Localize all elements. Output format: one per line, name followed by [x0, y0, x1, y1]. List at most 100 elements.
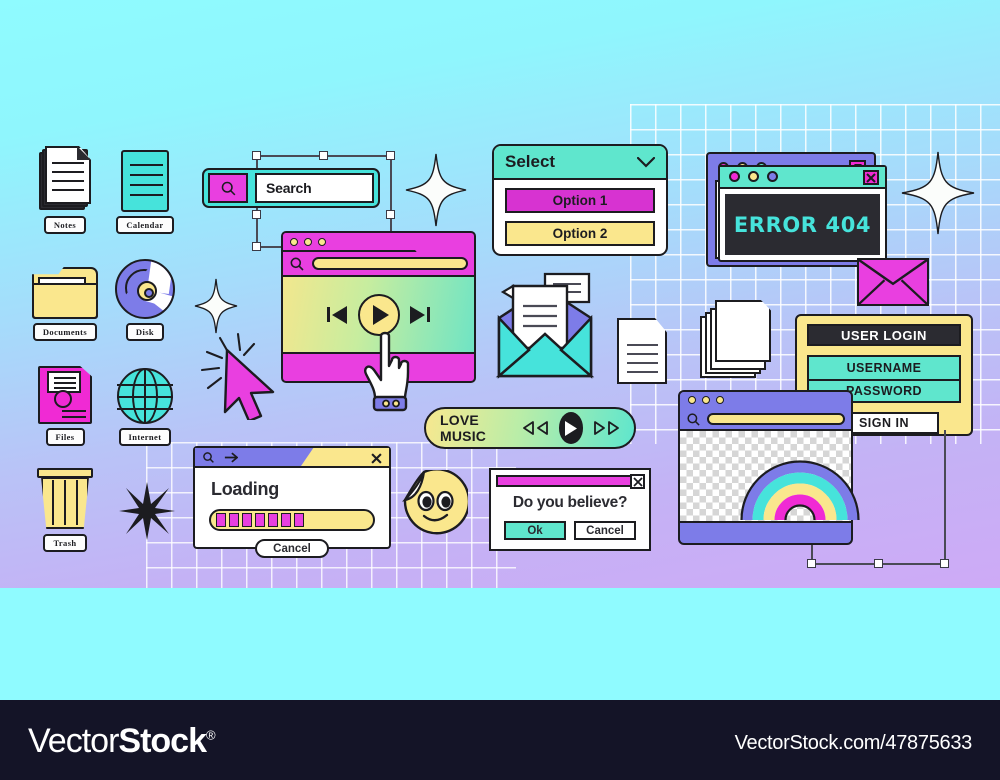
address-bar-row [283, 252, 474, 277]
sparkle-icon [194, 278, 238, 334]
confirm-dialog[interactable]: Do you believe? Ok Cancel [489, 468, 651, 551]
icon-label: Documents [32, 323, 98, 341]
arrow-cursor-icon[interactable] [205, 340, 285, 423]
icon-label: Notes [43, 216, 87, 234]
close-icon[interactable] [371, 451, 382, 469]
selection-handle[interactable] [940, 559, 949, 568]
logo-text-light: Vector [28, 722, 119, 760]
mail-icon[interactable] [857, 258, 929, 306]
desktop-icon-disk[interactable]: Disk [100, 247, 190, 341]
calendar-icon [100, 140, 190, 212]
selection-handle[interactable] [319, 151, 328, 160]
rewind-button[interactable] [522, 421, 549, 435]
forward-button[interactable] [593, 421, 620, 435]
document-icon[interactable] [617, 318, 667, 384]
illustration-canvas: Notes Calendar Documents Disk Files Inte… [0, 0, 1000, 588]
rainbow-graphic [740, 458, 860, 520]
black-star-icon [119, 482, 175, 545]
icon-label: Disk [125, 323, 165, 341]
rewind-icon [522, 421, 534, 435]
username-field[interactable]: USERNAME [809, 357, 959, 379]
logo-text-bold: Stock [118, 722, 207, 760]
globe-icon [100, 352, 190, 424]
error-window[interactable]: ERROR 404 [718, 165, 887, 262]
window-dots [688, 396, 724, 404]
next-track-button[interactable] [410, 305, 430, 324]
chevron-down-icon [637, 156, 655, 168]
window-titlebar [680, 392, 851, 409]
folder-icon [20, 247, 110, 319]
window-footer [680, 523, 851, 540]
watermark-url: VectorStock.com/47875633 [734, 732, 973, 754]
pointing-hand-cursor-icon[interactable] [363, 330, 419, 412]
sparkle-icon [900, 150, 976, 236]
window-titlebar [283, 233, 474, 252]
vectorstock-logo: VectorStock® [28, 722, 216, 761]
selection-line-right [944, 430, 946, 564]
window-titlebar [195, 448, 389, 468]
desktop-icon-calendar[interactable]: Calendar [100, 140, 190, 234]
icon-label: Trash [43, 534, 87, 552]
desktop-icon-files[interactable]: Files [20, 352, 110, 446]
selection-handle[interactable] [807, 559, 816, 568]
selection-handle[interactable] [874, 559, 883, 568]
icon-label: Calendar [116, 216, 174, 234]
address-bar-row [680, 409, 851, 431]
music-player-bar[interactable]: LOVE MUSIC [424, 407, 636, 449]
open-mail-icon[interactable] [495, 272, 595, 382]
cancel-button[interactable]: Cancel [255, 539, 329, 558]
address-input[interactable] [707, 413, 845, 425]
close-icon[interactable] [630, 474, 645, 489]
window-dots [729, 171, 778, 182]
selection-handle[interactable] [252, 242, 261, 251]
titlebar-icons [202, 451, 238, 464]
error-screen: ERROR 404 [725, 194, 880, 255]
dialog-buttons: Ok Cancel [491, 521, 649, 540]
progress-bar [209, 509, 375, 531]
selection-handle[interactable] [252, 210, 261, 219]
search-input[interactable]: Search [255, 173, 374, 203]
registered-mark: ® [205, 727, 216, 743]
arrow-right-icon[interactable] [224, 452, 238, 463]
icon-label: Internet [118, 428, 172, 446]
loading-title: Loading [211, 479, 279, 499]
cancel-button[interactable]: Cancel [574, 521, 636, 540]
rewind-icon [536, 421, 548, 435]
error-message: ERROR 404 [733, 212, 872, 237]
desktop-icon-trash[interactable]: Trash [20, 458, 110, 552]
selection-handle[interactable] [386, 210, 395, 219]
desktop-icon-internet[interactable]: Internet [100, 352, 190, 446]
select-option-2[interactable]: Option 2 [505, 221, 655, 246]
selection-handle[interactable] [252, 151, 261, 160]
play-button[interactable] [558, 412, 583, 444]
ok-button[interactable]: Ok [504, 521, 566, 540]
magnifier-icon [221, 181, 235, 195]
dialog-titlebar [496, 475, 644, 487]
desktop-icon-notes[interactable]: Notes [20, 140, 110, 234]
login-title: USER LOGIN [807, 324, 961, 346]
watermark-bar: VectorStock® VectorStock.com/47875633 [0, 700, 1000, 780]
fast-forward-icon [594, 421, 605, 435]
magnifier-icon [687, 412, 700, 426]
select-dropdown[interactable]: Select Option 1 Option 2 [492, 144, 668, 256]
trash-icon [20, 458, 110, 530]
magnifier-icon[interactable] [202, 451, 215, 464]
search-button[interactable] [208, 173, 248, 203]
previous-track-button[interactable] [327, 305, 347, 324]
search-bar-widget[interactable]: Search [202, 168, 380, 208]
disk-icon [100, 247, 190, 319]
floppy-disk-icon [20, 352, 110, 424]
close-icon[interactable] [863, 170, 879, 185]
smiley-sticker [402, 468, 471, 536]
dialog-question: Do you believe? [512, 494, 628, 511]
select-header[interactable]: Select [494, 146, 666, 180]
address-input[interactable] [312, 257, 468, 270]
desktop-icon-documents[interactable]: Documents [20, 247, 110, 341]
documents-stack-icon[interactable] [700, 300, 772, 378]
loading-dialog[interactable]: Loading Cancel [193, 446, 391, 558]
play-icon [565, 420, 578, 436]
screenshot-root: Notes Calendar Documents Disk Files Inte… [0, 0, 1000, 780]
select-option-1[interactable]: Option 1 [505, 188, 655, 213]
sparkle-icon [404, 152, 468, 228]
selection-handle[interactable] [386, 151, 395, 160]
